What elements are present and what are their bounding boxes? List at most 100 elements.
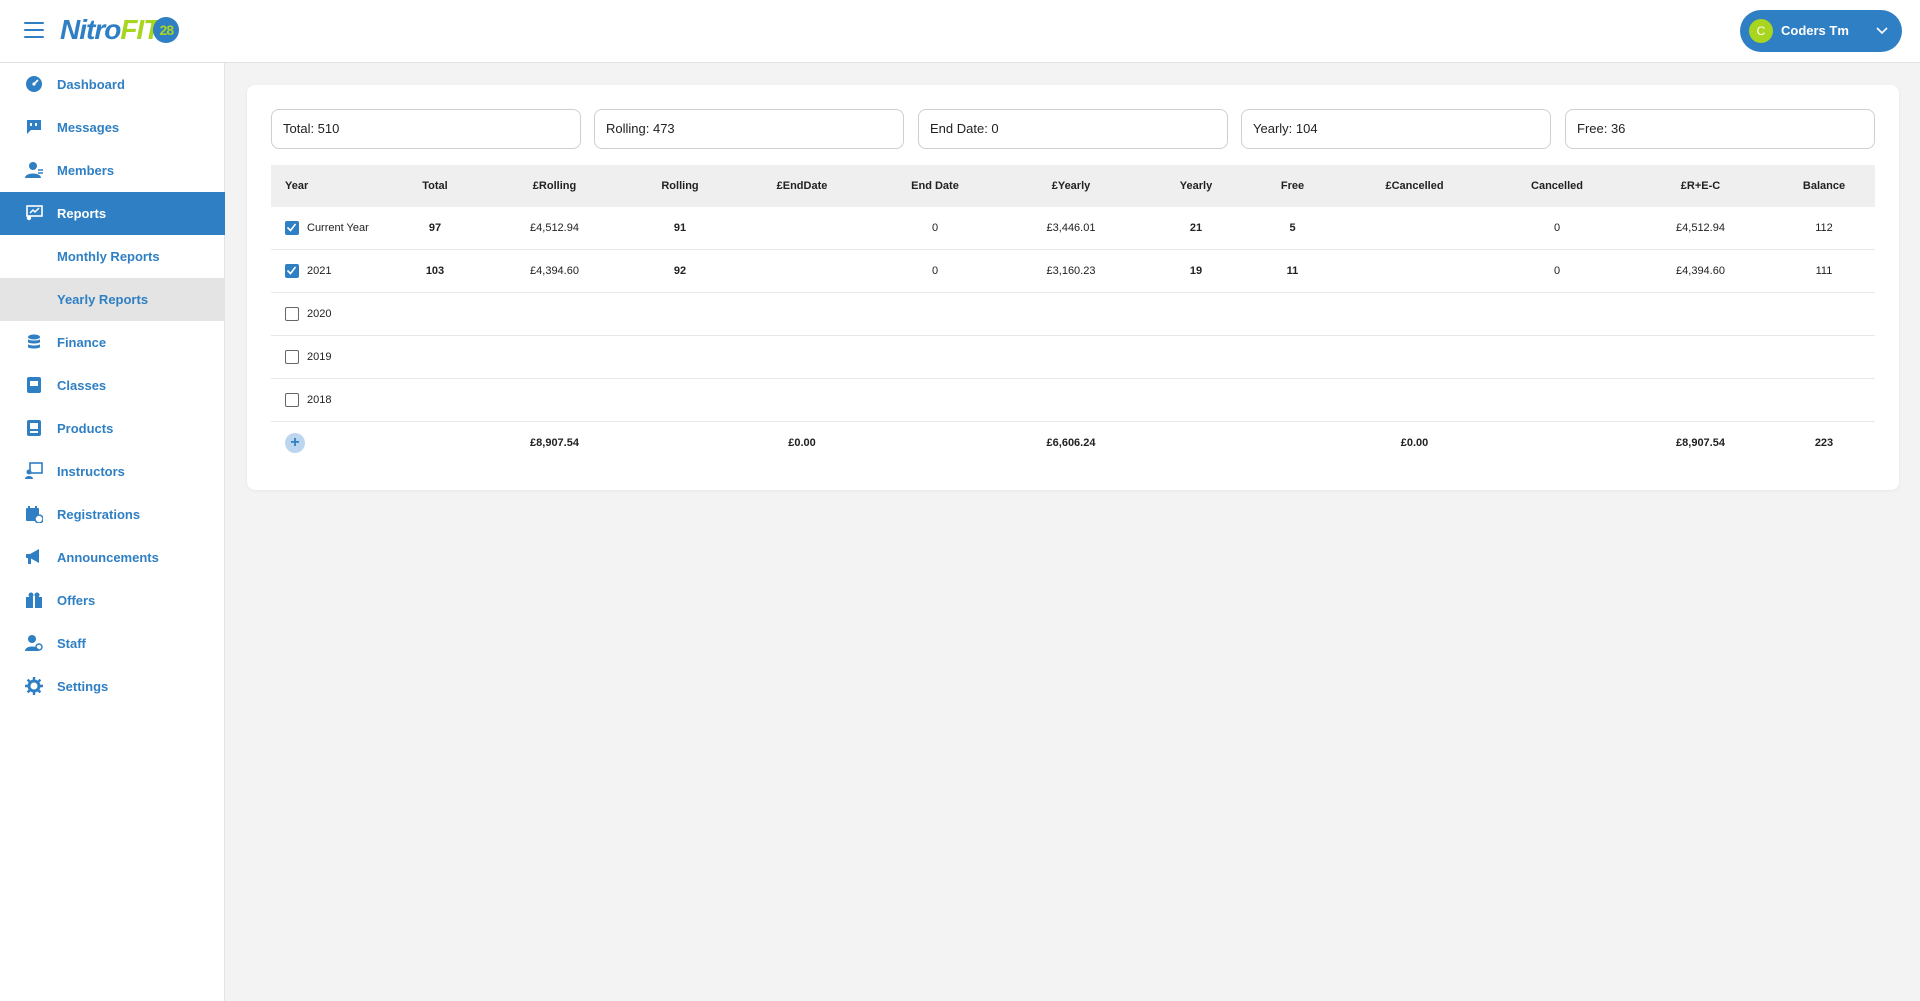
products-icon [27, 420, 41, 436]
gear-icon [25, 677, 43, 695]
column-header-p-rec: £R+E-C [1628, 165, 1773, 207]
offers-icon [26, 592, 42, 608]
year-checkbox[interactable] [285, 350, 299, 364]
cell-rolling: 92 [634, 249, 726, 293]
cell-balance: 112 [1773, 207, 1875, 250]
cell-p-enddate [726, 207, 878, 250]
year-checkbox[interactable] [285, 393, 299, 407]
cell-end-date: 0 [878, 249, 992, 293]
sidebar-item-members[interactable]: Members [0, 149, 225, 192]
table-row: 2021 103 £4,394.60 92 0 £3,160.23 19 11 … [271, 249, 1875, 293]
cell-p-yearly: £3,446.01 [992, 207, 1150, 250]
cell-balance: 111 [1773, 249, 1875, 293]
year-label: 2021 [307, 265, 332, 277]
year-cell: Current Year [271, 207, 395, 250]
logo-nitro-text: Nitro [60, 14, 121, 45]
summary-total: Total: 510 [271, 109, 581, 149]
check-icon [286, 223, 297, 232]
cell-p-rolling: £4,394.60 [475, 249, 634, 293]
table-row: 2020 [271, 292, 1875, 336]
cell-p-cancelled [1343, 249, 1486, 293]
sidebar-item-staff[interactable]: Staff [0, 622, 225, 665]
sidebar-item-label: Yearly Reports [57, 292, 149, 307]
summary-end-date: End Date: 0 [918, 109, 1228, 149]
summary-yearly: Yearly: 104 [1241, 109, 1551, 149]
finance-icon [28, 334, 40, 349]
add-year-button[interactable]: + [285, 433, 305, 453]
yearly-report-table: Year Total £Rolling Rolling £EndDate End… [271, 165, 1875, 464]
year-cell: 2018 [271, 378, 395, 422]
cell-p-rec: £4,394.60 [1628, 249, 1773, 293]
app-logo[interactable]: NitroFIT28 [60, 14, 180, 46]
column-header-total: Total [395, 165, 475, 207]
column-header-free: Free [1242, 165, 1343, 207]
year-cell: 2021 [271, 249, 395, 293]
sidebar-item-label: Classes [57, 378, 107, 393]
sidebar-item-label: Settings [57, 679, 109, 694]
sidebar-item-label: Monthly Reports [57, 249, 160, 264]
column-header-p-yearly: £Yearly [992, 165, 1150, 207]
sidebar-item-yearly-reports[interactable]: Yearly Reports [0, 278, 225, 321]
sidebar-item-label: Messages [57, 120, 120, 135]
table-row: Current Year 97 £4,512.94 91 0 £3,446.01… [271, 207, 1875, 250]
cell-p-rec: £4,512.94 [1628, 207, 1773, 250]
menu-icon[interactable] [24, 22, 44, 38]
year-cell: 2020 [271, 292, 395, 336]
sidebar-item-instructors[interactable]: Instructors [0, 450, 225, 493]
cell-p-enddate [726, 249, 878, 293]
year-label: 2019 [307, 351, 332, 363]
logo-badge: 28 [153, 17, 180, 43]
sidebar-item-registrations[interactable]: Registrations [0, 493, 225, 536]
year-checkbox[interactable] [285, 307, 299, 321]
total-p-rolling: £8,907.54 [530, 437, 579, 449]
cell-p-cancelled [1343, 207, 1486, 250]
table-row: 2018 [271, 378, 1875, 422]
sidebar-item-announcements[interactable]: Announcements [0, 536, 225, 579]
sidebar-item-label: Members [57, 163, 115, 178]
cell-cancelled: 0 [1486, 249, 1628, 293]
sidebar-item-label: Offers [57, 593, 96, 608]
cell-rolling: 91 [634, 207, 726, 250]
total-p-cancelled: £0.00 [1400, 437, 1429, 449]
reports-icon [26, 205, 43, 221]
year-checkbox[interactable] [285, 264, 299, 278]
summary-rolling: Rolling: 473 [594, 109, 904, 149]
announcements-icon [26, 549, 39, 564]
sidebar-item-label: Instructors [57, 464, 125, 479]
classes-icon [27, 377, 41, 393]
cell-p-yearly: £3,160.23 [992, 249, 1150, 293]
sidebar-item-reports[interactable]: Reports [0, 192, 225, 235]
total-p-yearly: £6,606.24 [1046, 437, 1096, 449]
yearly-report-card: Total: 510 Rolling: 473 End Date: 0 Year… [247, 85, 1899, 490]
top-header: NitroFIT28 C Coders Tm [0, 0, 1920, 63]
chevron-down-icon [1876, 27, 1888, 35]
sidebar-item-dashboard[interactable]: Dashboard [0, 63, 225, 106]
add-cell: + [271, 422, 395, 465]
sidebar: Dashboard Messages Members Reports Month… [0, 63, 225, 1001]
summary-free: Free: 36 [1565, 109, 1875, 149]
sidebar-item-classes[interactable]: Classes [0, 364, 225, 407]
dashboard-icon [26, 76, 42, 92]
sidebar-item-settings[interactable]: Settings [0, 665, 225, 708]
sidebar-item-products[interactable]: Products [0, 407, 225, 450]
column-header-yearly: Yearly [1150, 165, 1242, 207]
sidebar-item-messages[interactable]: Messages [0, 106, 225, 149]
instructors-icon [25, 462, 43, 479]
cell-total: 103 [395, 249, 475, 293]
sidebar-item-finance[interactable]: Finance [0, 321, 225, 364]
sidebar-item-offers[interactable]: Offers [0, 579, 225, 622]
sidebar-item-monthly-reports[interactable]: Monthly Reports [0, 235, 225, 278]
cell-total: 97 [395, 207, 475, 250]
column-header-rolling: Rolling [634, 165, 726, 207]
sidebar-item-label: Dashboard [57, 77, 125, 92]
year-label: 2018 [307, 394, 332, 406]
cell-yearly: 21 [1150, 207, 1242, 250]
user-menu-button[interactable]: C Coders Tm [1740, 10, 1902, 52]
cell-cancelled: 0 [1486, 207, 1628, 250]
total-p-rec: £8,907.54 [1676, 437, 1725, 449]
table-row: 2019 [271, 335, 1875, 379]
messages-icon [27, 120, 41, 134]
year-checkbox[interactable] [285, 221, 299, 235]
column-header-p-cancelled: £Cancelled [1343, 165, 1486, 207]
staff-icon [25, 635, 43, 651]
